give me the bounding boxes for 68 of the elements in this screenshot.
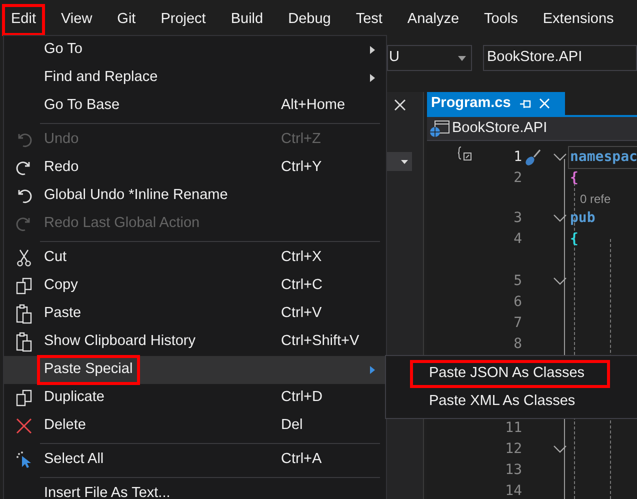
menu-item[interactable]: Redo Ctrl+Y [4, 154, 386, 182]
menu-item[interactable]: Paste XML As Classes [410, 388, 610, 416]
fold-chevron-icon [553, 445, 567, 453]
cursor-icon [16, 451, 32, 469]
line-number: 12 [505, 440, 522, 459]
menu-bar-item[interactable]: Extensions [534, 5, 622, 35]
menu-item[interactable]: Paste Ctrl+V [4, 300, 386, 328]
menu-item[interactable]: Go To [4, 36, 386, 64]
menu-item[interactable]: Select All Ctrl+A [4, 446, 386, 474]
menu-item[interactable]: Show Clipboard History Ctrl+Shift+V [4, 328, 386, 356]
submenu-arrow-icon [369, 366, 377, 374]
dropdown-caret-icon[interactable] [401, 160, 408, 164]
code-text: { [569, 230, 580, 249]
pin-icon[interactable] [518, 98, 531, 110]
fold-chevron-icon [553, 153, 567, 161]
fold-chevron-icon [553, 214, 567, 222]
line-number: 3 [514, 209, 522, 228]
line-number: 4 [514, 230, 522, 249]
copy-icon [15, 277, 33, 295]
line-number: 1 [514, 148, 522, 167]
codelens-text[interactable]: 0 refe [580, 190, 611, 208]
menu-item[interactable]: Go To Base Alt+Home [4, 92, 386, 120]
delete-icon [16, 418, 32, 434]
line-number: 13 [505, 461, 522, 480]
menu-bar-item[interactable]: Git [109, 5, 144, 35]
menu-item[interactable]: Copy Ctrl+C [4, 272, 386, 300]
code-text: pub [569, 209, 596, 228]
menu-item[interactable]: Find and Replace [4, 64, 386, 92]
scissors-icon [16, 249, 32, 267]
menu-item[interactable]: Paste Special [4, 356, 386, 384]
code-text: { [569, 169, 580, 188]
menu-bar-item[interactable]: Debug [280, 5, 339, 35]
clipboard-icon [15, 304, 33, 324]
clipboard-icon [15, 332, 33, 352]
menu-item[interactable]: Paste JSON As Classes [410, 360, 610, 388]
screwdriver-icon [524, 148, 542, 166]
code-text: namespac [568, 146, 637, 169]
menu-item[interactable]: Delete Del [4, 412, 386, 440]
menu-item[interactable]: Duplicate Ctrl+D [4, 384, 386, 412]
line-number: 11 [505, 419, 522, 438]
menu-bar-item[interactable]: Tools [476, 5, 526, 35]
braces-icon [457, 146, 473, 162]
fold-chevron-icon [553, 277, 567, 285]
startup-project-field[interactable]: BookStore.API [483, 45, 637, 71]
navigation-bar[interactable]: BookStore.API [427, 117, 637, 141]
line-number: 14 [505, 482, 522, 499]
menu-bar-item[interactable]: Test [348, 5, 390, 35]
menu-bar-item[interactable]: Build [222, 5, 272, 35]
dropdown-caret-icon [458, 56, 466, 60]
menu-bar-item[interactable]: View [53, 5, 100, 35]
submenu-arrow-icon [369, 74, 377, 82]
menu-bar-item[interactable]: Edit [3, 5, 44, 35]
line-number: 5 [514, 272, 522, 291]
duplicate-icon [15, 389, 33, 407]
configuration-dropdown[interactable]: U [387, 45, 472, 71]
menu-bar-item[interactable]: Project [152, 5, 214, 35]
globe-window-icon [429, 120, 451, 138]
line-number: 6 [514, 293, 522, 312]
close-icon[interactable] [394, 98, 406, 110]
line-number: 8 [514, 335, 522, 354]
editor-tab[interactable]: Program.cs [427, 92, 565, 115]
line-number: 7 [514, 314, 522, 333]
menu-item[interactable]: Global Undo *Inline Rename [4, 182, 386, 210]
menu-item[interactable]: Cut Ctrl+X [4, 244, 386, 272]
submenu-arrow-icon [369, 46, 377, 54]
menu-item[interactable]: Insert File As Text... [4, 480, 386, 499]
line-number: 2 [514, 169, 522, 188]
menu-bar-item[interactable]: Analyze [399, 5, 468, 35]
